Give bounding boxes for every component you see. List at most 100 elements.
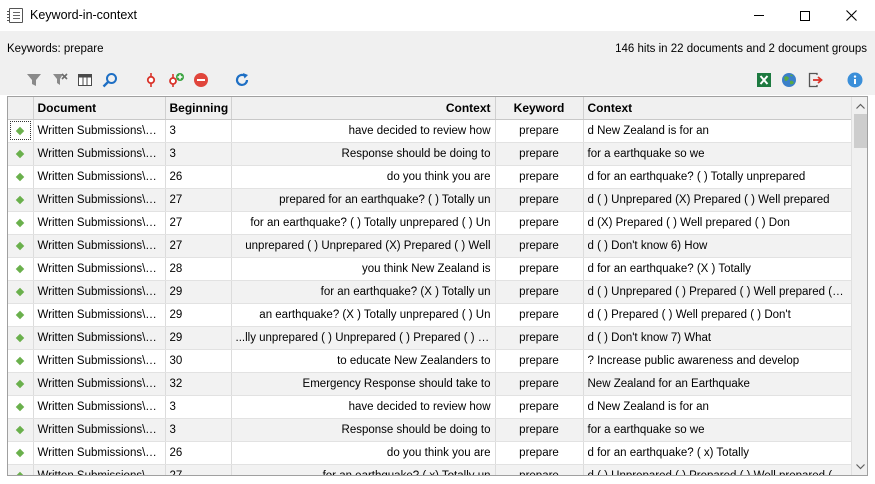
table-row[interactable]: Written Submissions\re... 27 prepared for … xyxy=(8,188,852,212)
cell-context-right: New Zealand for an Earthquake xyxy=(583,372,852,396)
columns-icon xyxy=(78,74,92,86)
table-row[interactable]: Written Submissions\re... 27 unprepared ( … xyxy=(8,234,852,258)
clear-filter-icon xyxy=(53,73,68,85)
column-header-document[interactable]: Document xyxy=(33,97,166,120)
window-title: Keyword-in-context xyxy=(30,8,137,22)
cell-context-left: Response should be doing to xyxy=(231,418,496,442)
info-bar: Keywords: prepare 146 hits in 22 documen… xyxy=(0,31,875,66)
clear-filter-button[interactable] xyxy=(51,71,69,89)
table-row[interactable]: Written Submissions\re... 27 for an earthq… xyxy=(8,464,852,475)
filter-icon xyxy=(27,74,41,86)
table-row[interactable]: Written Submissions\re... 29 for an earthq… xyxy=(8,280,852,304)
cell-context-right: d ( ) Don't know 6) How xyxy=(583,234,852,258)
keyword-marker-icon xyxy=(146,73,156,87)
chevron-down-icon xyxy=(856,463,865,469)
row-marker xyxy=(8,165,34,189)
column-header-context-left[interactable]: Context xyxy=(231,97,496,120)
table-row[interactable]: Written Submissions\re... 30 to educate Ne… xyxy=(8,349,852,373)
cell-document: Written Submissions\re... xyxy=(33,326,166,350)
table-row[interactable]: Written Submissions\re... 3 Response shoul… xyxy=(8,142,852,166)
cell-beginning: 30 xyxy=(165,349,232,373)
table-row[interactable]: Written Submissions\re... 29 ...lly unprep… xyxy=(8,326,852,350)
cell-keyword: prepare xyxy=(495,142,584,166)
search-button[interactable] xyxy=(101,71,119,89)
columns-button[interactable] xyxy=(76,71,94,89)
cell-keyword: prepare xyxy=(495,119,584,143)
document-list-icon xyxy=(7,8,23,23)
table-row[interactable]: Written Submissions\re... 3 have decided t… xyxy=(8,119,852,143)
cell-keyword: prepare xyxy=(495,418,584,442)
keyword-marker-button[interactable] xyxy=(142,71,160,89)
cell-document: Written Submissions\re... xyxy=(33,142,166,166)
kwic-results-grid[interactable]: Document Beginning Context Keyword Conte… xyxy=(7,96,868,476)
column-header-beginning[interactable]: Beginning xyxy=(165,97,232,120)
cell-keyword: prepare xyxy=(495,395,584,419)
row-marker xyxy=(8,211,34,235)
maximize-icon xyxy=(800,10,810,21)
cell-context-left: for an earthquake? ( ) Totally unprepare… xyxy=(231,211,496,235)
table-row[interactable]: Written Submissions\re... 3 have decided t… xyxy=(8,395,852,419)
table-row[interactable]: Written Submissions\re... 26 do you think … xyxy=(8,441,852,465)
filter-button[interactable] xyxy=(25,71,43,89)
cell-context-left: have decided to review how xyxy=(231,395,496,419)
web-export-button[interactable] xyxy=(780,71,798,89)
web-export-icon xyxy=(782,73,796,87)
row-marker xyxy=(8,395,34,419)
cell-context-right: for a earthquake so we xyxy=(583,418,852,442)
exit-export-button[interactable] xyxy=(806,71,824,89)
cell-context-left: have decided to review how xyxy=(231,119,496,143)
maximize-button[interactable] xyxy=(782,0,828,31)
kwic-table: Document Beginning Context Keyword Conte… xyxy=(8,97,852,475)
table-row[interactable]: Written Submissions\re... 28 you think New… xyxy=(8,257,852,281)
table-row[interactable]: Written Submissions\re... 26 do you think … xyxy=(8,165,852,189)
cell-context-right: d for an earthquake? ( ) Totally unprepa… xyxy=(583,165,852,189)
cell-context-right: for a earthquake so we xyxy=(583,142,852,166)
row-marker xyxy=(8,441,34,465)
cell-context-left: do you think you are xyxy=(231,441,496,465)
cell-context-right: d New Zealand is for an xyxy=(583,119,852,143)
scroll-up-button[interactable] xyxy=(852,97,867,114)
segment-marker-icon xyxy=(16,264,25,273)
table-row[interactable]: Written Submissions\re... 3 Response shoul… xyxy=(8,418,852,442)
cell-context-left: to educate New Zealanders to xyxy=(231,349,496,373)
column-header-keyword[interactable]: Keyword xyxy=(495,97,584,120)
segment-marker-icon xyxy=(16,310,25,319)
cell-beginning: 28 xyxy=(165,257,232,281)
cell-keyword: prepare xyxy=(495,464,584,475)
column-header-context-right[interactable]: Context xyxy=(583,97,852,120)
row-marker xyxy=(8,234,34,258)
info-button[interactable] xyxy=(846,71,864,89)
cell-document: Written Submissions\re... xyxy=(33,119,166,143)
add-keyword-button[interactable] xyxy=(167,71,185,89)
column-header-marker[interactable] xyxy=(8,97,34,120)
cell-keyword: prepare xyxy=(495,326,584,350)
cell-document: Written Submissions\re... xyxy=(33,280,166,304)
cell-document: Written Submissions\re... xyxy=(33,372,166,396)
minimize-button[interactable] xyxy=(736,0,782,31)
cell-document: Written Submissions\re... xyxy=(33,441,166,465)
cell-context-right: d for an earthquake? (X ) Totally xyxy=(583,257,852,281)
remove-keyword-icon xyxy=(194,73,208,87)
close-button[interactable] xyxy=(828,0,874,31)
scroll-thumb[interactable] xyxy=(854,114,867,148)
cell-keyword: prepare xyxy=(495,257,584,281)
cell-context-left: for an earthquake? (X ) Totally un xyxy=(231,280,496,304)
remove-keyword-button[interactable] xyxy=(192,71,210,89)
cell-document: Written Submissions\re... xyxy=(33,257,166,281)
table-row[interactable]: Written Submissions\re... 29 an earthquake… xyxy=(8,303,852,327)
segment-marker-icon xyxy=(16,126,25,135)
exit-export-icon xyxy=(808,72,823,88)
scroll-down-button[interactable] xyxy=(852,458,867,475)
close-icon xyxy=(845,10,857,21)
cell-beginning: 27 xyxy=(165,234,232,258)
segment-marker-icon xyxy=(16,241,25,250)
segment-marker-icon xyxy=(16,425,25,434)
refresh-button[interactable] xyxy=(233,71,251,89)
table-row[interactable]: Written Submissions\re... 27 for an earthq… xyxy=(8,211,852,235)
table-row[interactable]: Written Submissions\re... 32 Emergency Res… xyxy=(8,372,852,396)
excel-export-button[interactable] xyxy=(755,71,773,89)
cell-beginning: 3 xyxy=(165,418,232,442)
vertical-scrollbar[interactable] xyxy=(851,97,867,475)
cell-context-right: d ( ) Don't know 7) What xyxy=(583,326,852,350)
cell-context-right: d ( ) Prepared ( ) Well prepared ( ) Don… xyxy=(583,303,852,327)
